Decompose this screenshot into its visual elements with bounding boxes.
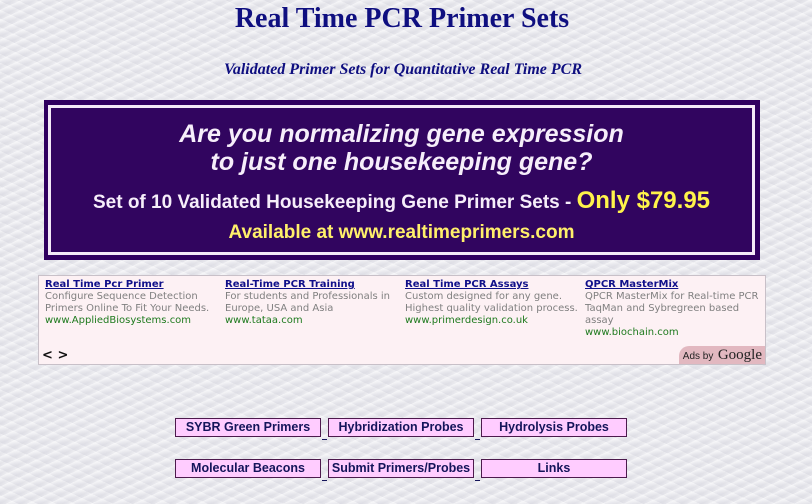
google-ads-unit: Real Time Pcr Primer Configure Sequence … (38, 275, 766, 365)
ad-description: Configure Sequence Detection Primers Onl… (45, 291, 210, 314)
ad-item: Real Time PCR Assays Custom designed for… (405, 279, 583, 327)
ad-next-arrow-icon[interactable]: > (57, 348, 68, 363)
nav-hybridization-probes[interactable]: Hybridization Probes (328, 418, 474, 437)
banner-headline-2: to just one housekeeping gene? (210, 148, 593, 176)
link-underscore (322, 480, 327, 481)
link-underscore (475, 480, 480, 481)
google-logo-icon: Google (717, 347, 762, 363)
ad-url-link[interactable]: www.biochain.com (585, 327, 763, 339)
ads-by-label: Ads by (682, 351, 714, 362)
banner-frame: Are you normalizing gene expression to j… (48, 105, 755, 255)
housekeeping-gene-banner-ad[interactable]: Are you normalizing gene expression to j… (44, 100, 760, 260)
ad-prev-arrow-icon[interactable]: < (42, 348, 53, 363)
ad-item: QPCR MasterMix QPCR MasterMix for Real-t… (585, 279, 763, 339)
ad-title-link[interactable]: Real Time PCR Assays (405, 279, 583, 291)
nav-molecular-beacons[interactable]: Molecular Beacons (175, 459, 321, 478)
ad-description: Custom designed for any gene. Highest qu… (405, 291, 578, 314)
nav-sybr-green-primers[interactable]: SYBR Green Primers (175, 418, 321, 437)
ad-description: For students and Professionals in Europe… (225, 291, 391, 314)
page-title: Real Time PCR Primer Sets (234, 3, 570, 34)
ad-carousel-nav: < > (42, 348, 68, 363)
banner-offer-text: Set of 10 Validated Housekeeping Gene Pr… (92, 192, 577, 213)
ad-url-link[interactable]: www.AppliedBiosystems.com (45, 315, 223, 327)
banner-headline-1: Are you normalizing gene expression (179, 120, 624, 148)
ad-title-link[interactable]: QPCR MasterMix (585, 279, 763, 291)
ad-title-link[interactable]: Real Time Pcr Primer (45, 279, 223, 291)
nav-hydrolysis-probes[interactable]: Hydrolysis Probes (481, 418, 627, 437)
ad-title-link[interactable]: Real-Time PCR Training (225, 279, 403, 291)
ad-item: Real-Time PCR Training For students and … (225, 279, 403, 327)
nav-submit-primers-probes[interactable]: Submit Primers/Probes (328, 459, 474, 478)
ad-item: Real Time Pcr Primer Configure Sequence … (45, 279, 223, 327)
link-underscore (475, 439, 480, 440)
banner-availability: Available at www.realtimeprimers.com (228, 222, 575, 243)
banner-offer: Set of 10 Validated Housekeeping Gene Pr… (51, 187, 752, 215)
banner-price: Only $79.95 (576, 187, 711, 214)
ads-by-google-link[interactable]: Ads by Google (679, 346, 765, 364)
ad-url-link[interactable]: www.primerdesign.co.uk (405, 315, 583, 327)
page-subtitle: Validated Primer Sets for Quantitative R… (223, 61, 583, 78)
ad-url-link[interactable]: www.tataa.com (225, 315, 403, 327)
link-underscore (322, 439, 327, 440)
ad-description: QPCR MasterMix for Real-time PCR TaqMan … (585, 291, 759, 326)
nav-links[interactable]: Links (481, 459, 627, 478)
